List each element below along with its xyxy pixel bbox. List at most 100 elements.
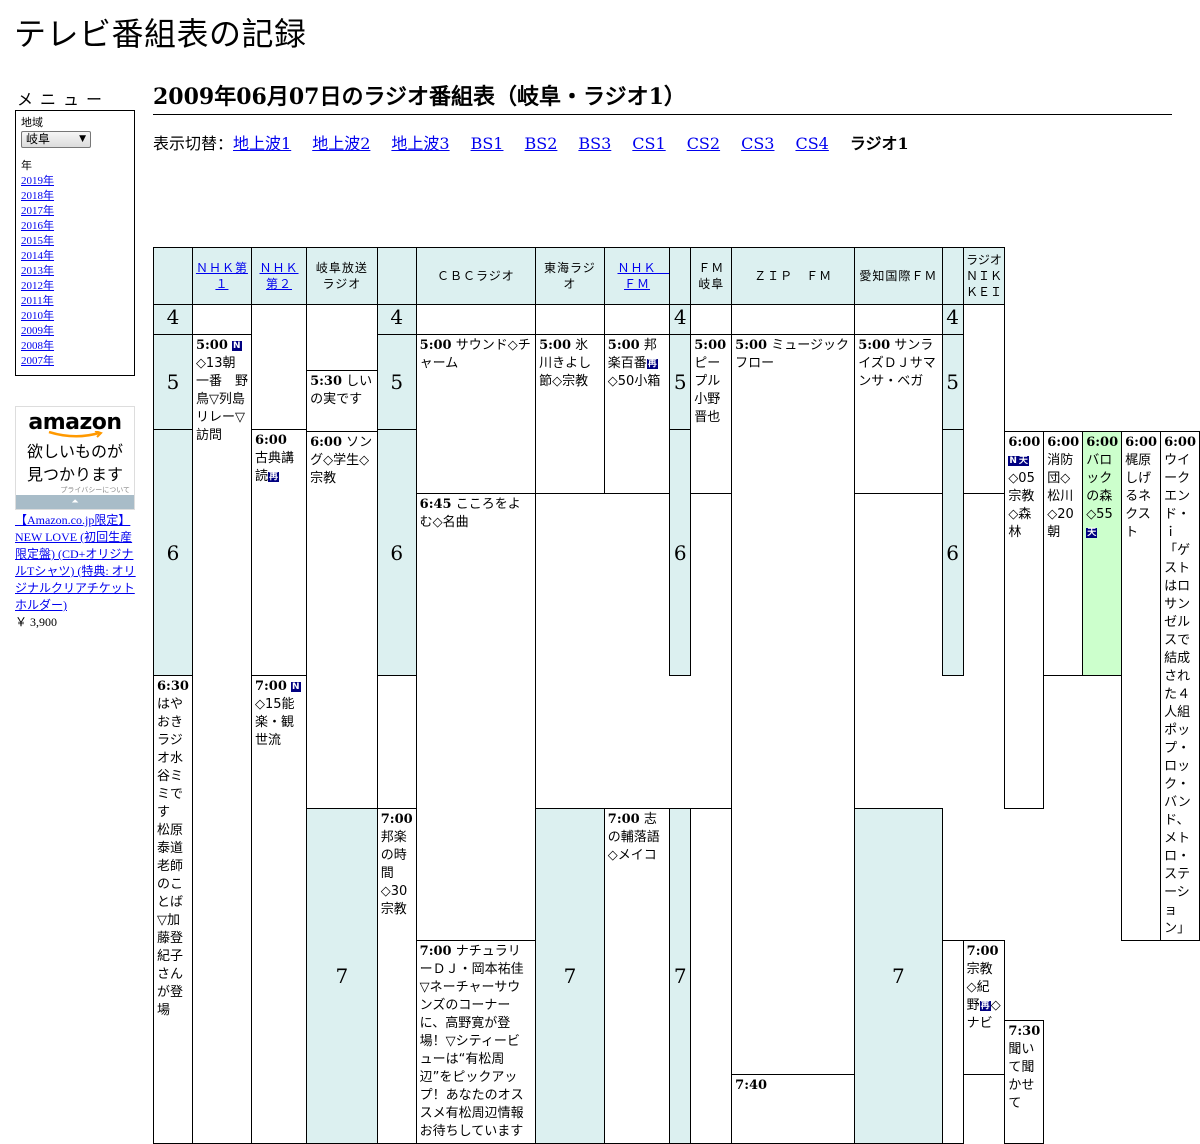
station-header: ＮＨＫ第１ xyxy=(191,247,252,305)
program-cell xyxy=(731,304,856,335)
program-cell[interactable]: 7:30 聞いて聞かせて xyxy=(1004,1020,1045,1144)
ad-copy-line: 欲しいものが xyxy=(26,442,123,461)
site-title: テレビ番組表の記録 xyxy=(14,15,307,53)
station-link[interactable]: ＮＨＫ ＦＭ xyxy=(618,261,669,291)
station-link[interactable]: ＮＨＫ第１ xyxy=(196,261,248,291)
year-link[interactable]: 2015年 xyxy=(21,235,54,247)
program-cell[interactable]: 6:00 消防団◇松川◇20朝 xyxy=(1043,431,1084,676)
year-list: 2019年 2018年 2017年 2016年 2015年 2014年 2013… xyxy=(21,174,129,369)
year-link[interactable]: 2009年 xyxy=(21,325,54,337)
program-cell[interactable]: 7:00 ナチュラリーＤＪ・岡本祐佳▽ネーチャーサウンズのコーナーに、高野寛が登… xyxy=(415,940,537,1144)
switcher-link[interactable]: BS2 xyxy=(524,134,557,153)
program-cell-current[interactable]: 6:00 バロックの森◇55 天 xyxy=(1082,431,1123,676)
ad-copy-line: 見つかります xyxy=(26,465,123,484)
news-badge-icon: N xyxy=(291,682,301,692)
hour-cell: 7 xyxy=(669,808,692,1144)
page-title: 2009年06月07日のラジオ番組表（岐阜・ラジオ1） xyxy=(153,82,1172,115)
station-header: 岐阜放送ラジオ xyxy=(306,247,378,305)
program-cell[interactable]: 7:00 宗教◇紀野再◇ナビ xyxy=(962,940,1006,1075)
program-cell xyxy=(603,304,671,335)
program-cell[interactable]: 6:00 ウイークエンド・ｉ「ゲストはロサンゼルスで結成された４人組ポップ・ロッ… xyxy=(1160,431,1200,941)
station-link[interactable]: ＮＨＫ第２ xyxy=(260,261,299,291)
year-link[interactable]: 2011年 xyxy=(21,295,54,307)
ad-privacy-link[interactable]: プライバシーについて xyxy=(16,485,134,495)
station-header: ＣＢＣラジオ xyxy=(415,247,537,305)
rerun-badge-icon: 再 xyxy=(267,472,279,482)
switcher-link[interactable]: 地上波2 xyxy=(312,134,370,153)
chevron-down-icon: ▼ xyxy=(79,134,86,144)
year-link[interactable]: 2013年 xyxy=(21,265,54,277)
year-link[interactable]: 2010年 xyxy=(21,310,54,322)
ad-product-price: ￥ 3,900 xyxy=(15,615,58,629)
program-cell xyxy=(415,304,537,335)
program-cell[interactable]: 5:00 ミュージックフロー xyxy=(731,334,856,1075)
program-cell[interactable]: 6:00 古典講読再 xyxy=(250,429,308,676)
year-link[interactable]: 2012年 xyxy=(21,280,54,292)
amazon-ad-banner[interactable]: amazon 欲しいものが 見つかります プライバシーについて ⏶ xyxy=(15,406,135,510)
switcher-link[interactable]: BS1 xyxy=(471,134,504,153)
region-label: 地域 xyxy=(21,117,43,129)
hour-cell: 7 xyxy=(535,808,605,1144)
program-cell[interactable]: 5:00 サウンド◇チャーム xyxy=(415,334,537,494)
switcher-link[interactable]: CS1 xyxy=(632,134,665,153)
hour-cell: 7 xyxy=(854,808,943,1144)
program-cell[interactable]: 7:00 志の輔落語◇メイコ xyxy=(603,808,671,1144)
program-cell[interactable]: 5:30 しいの実です xyxy=(306,370,378,432)
year-link[interactable]: 2017年 xyxy=(21,205,54,217)
ad-product: 【Amazon.co.jp限定】NEW LOVE (初回生産限定盤) (CD+オ… xyxy=(15,512,140,631)
weather-badge-icon: 天 xyxy=(1017,456,1029,466)
program-cell[interactable]: 7:40 xyxy=(731,1073,856,1144)
chevron-up-icon[interactable]: ⏶ xyxy=(16,495,134,509)
year-link[interactable]: 2007年 xyxy=(21,355,54,367)
program-cell[interactable]: 6:30 はやおきラジオ水谷ミミです 松原泰道老師のことば▽加藤登紀子さんが登場 xyxy=(153,675,193,1144)
hour-cell: 7 xyxy=(306,808,378,1144)
program-cell[interactable]: 5:00 N ◇13朝一番 野鳥▽列島リレー▽訪問 xyxy=(191,334,252,1144)
program-cell[interactable] xyxy=(690,808,733,1144)
program-cell xyxy=(191,304,252,335)
switcher-link[interactable]: 地上波3 xyxy=(391,134,449,153)
year-link[interactable]: 2014年 xyxy=(21,250,54,262)
program-cell[interactable]: 5:00 サンライズＤＪサマンサ・ベガ xyxy=(854,334,943,494)
amazon-logo: amazon xyxy=(28,410,122,435)
program-cell[interactable]: 6:00 N 天◇05宗教◇森林 xyxy=(1004,431,1045,809)
year-link[interactable]: 2018年 xyxy=(21,190,54,202)
program-cell[interactable]: 5:00 ピープル小野晋也 xyxy=(690,334,733,494)
news-badge-icon: N xyxy=(1008,456,1018,466)
switcher-link[interactable]: CS3 xyxy=(741,134,774,153)
program-grid: ＮＨＫ第１ ＮＨＫ第２ 岐阜放送ラジオ ＣＢＣラジオ 東海ラジオ ＮＨＫ ＦＭ … xyxy=(153,247,1200,1144)
station-header: 愛知国際ＦＭ xyxy=(854,247,943,305)
program-cell[interactable]: 5:00 邦楽百番再◇50小箱 xyxy=(603,334,671,494)
switcher-label: 表示切替： xyxy=(153,134,234,153)
rerun-badge-icon: 再 xyxy=(646,359,658,369)
hour-cell: 6 xyxy=(669,429,692,676)
switcher-current: ラジオ1 xyxy=(849,134,909,153)
news-badge-icon: N xyxy=(232,341,242,351)
ad-product-link[interactable]: 【Amazon.co.jp限定】NEW LOVE (初回生産限定盤) (CD+オ… xyxy=(15,513,136,612)
station-header: ＮＨＫ ＦＭ xyxy=(603,247,671,305)
station-header: ＮＨＫ第２ xyxy=(250,247,308,305)
switcher-link[interactable]: CS2 xyxy=(687,134,720,153)
switcher-link[interactable]: CS4 xyxy=(795,134,828,153)
hour-column-header xyxy=(669,247,692,305)
hour-cell: 6 xyxy=(153,429,193,676)
hour-cell: 6 xyxy=(376,429,417,676)
program-cell[interactable]: 5:00 氷川きよし節◇宗教 xyxy=(535,334,605,494)
switcher-link[interactable]: BS3 xyxy=(578,134,611,153)
station-header: ＺＩＰ ＦＭ xyxy=(731,247,856,305)
switcher-link[interactable]: 地上波1 xyxy=(233,134,291,153)
program-cell xyxy=(250,304,308,430)
program-cell[interactable]: 6:00 梶原しげるネクスト xyxy=(1121,431,1162,941)
program-cell[interactable]: 7:00 邦楽の時間◇30宗教 xyxy=(376,808,417,1144)
program-cell[interactable]: 6:45 こころをよむ◇名曲 xyxy=(415,493,537,941)
program-cell[interactable] xyxy=(941,940,964,1144)
menu-label: メニュー xyxy=(17,90,110,109)
program-cell[interactable]: 6:00 ソング◇学生◇宗教 xyxy=(306,431,378,809)
year-link[interactable]: 2016年 xyxy=(21,220,54,232)
year-link[interactable]: 2008年 xyxy=(21,340,54,352)
region-select[interactable]: 岐阜 ▼ xyxy=(21,131,91,148)
program-cell[interactable]: 7:00 N◇15能楽・観世流 xyxy=(250,675,308,1144)
station-header: ＦＭ岐阜 xyxy=(690,247,733,305)
hour-column-header xyxy=(376,247,417,305)
program-cell xyxy=(962,304,1006,494)
year-link[interactable]: 2019年 xyxy=(21,175,54,187)
